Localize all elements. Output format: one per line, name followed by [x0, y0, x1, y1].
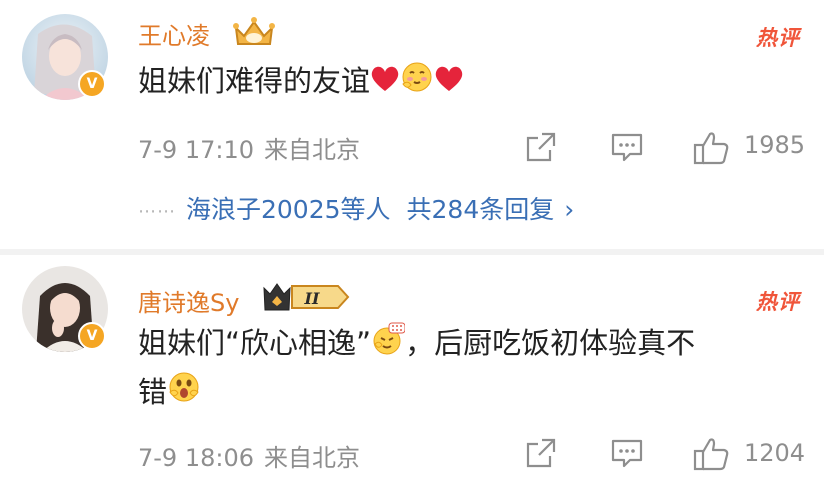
- avatar[interactable]: V: [22, 14, 108, 100]
- replies-link[interactable]: ⋯⋯ 海浪子20025等人 共284条回复 ›: [138, 190, 574, 226]
- comment-text: 姐妹们“欣心相逸” ，后厨吃饭初体验真不错: [138, 320, 788, 417]
- heart-emoji-icon: [370, 60, 400, 106]
- surprised-face-emoji-icon: [167, 370, 201, 417]
- like-button[interactable]: [692, 436, 730, 476]
- chevron-right-icon: ›: [564, 195, 575, 224]
- crown-level-badge-icon[interactable]: II: [262, 280, 352, 318]
- comment-meta: 7-9 17:10 来自北京: [138, 130, 360, 165]
- location: 来自北京: [264, 136, 360, 164]
- comment-icon: [611, 439, 643, 468]
- comment-text: 姐妹们难得的友谊: [138, 58, 788, 107]
- share-button[interactable]: [524, 436, 558, 474]
- comment-meta: 7-9 18:06 来自北京: [138, 438, 360, 473]
- username[interactable]: 王心凌: [138, 16, 210, 51]
- share-icon: [526, 132, 556, 162]
- verified-icon: V: [78, 322, 106, 350]
- reply-button[interactable]: [610, 130, 644, 168]
- timestamp: 7-9 17:10: [138, 136, 254, 164]
- verified-icon: V: [78, 70, 106, 98]
- share-button[interactable]: [524, 130, 558, 168]
- divider: [0, 249, 824, 255]
- timestamp: 7-9 18:06: [138, 444, 254, 472]
- username[interactable]: 唐诗逸Sy: [138, 283, 239, 318]
- heart-emoji-icon: [434, 60, 464, 106]
- share-icon: [526, 438, 556, 468]
- comment-text-part-1: 姐妹们“欣心相逸”: [138, 326, 372, 360]
- like-button[interactable]: [692, 130, 730, 170]
- comment-text-content: 姐妹们难得的友谊: [138, 64, 371, 98]
- 666-face-emoji-icon: [371, 322, 406, 369]
- thumbs-up-icon: [693, 132, 729, 165]
- replies-total: 共284条回复: [406, 195, 555, 224]
- location: 来自北京: [264, 444, 360, 472]
- replies-users: 海浪子20025等人: [186, 195, 391, 224]
- hot-comment-badge: 热评: [756, 290, 800, 314]
- like-count: 1204: [744, 439, 806, 467]
- shy-face-emoji-icon: [400, 60, 434, 107]
- crown-badge-icon[interactable]: [232, 14, 276, 54]
- comment-2: V 唐诗逸Sy II 热评 姐妹们“欣心相逸” ，后厨吃饭初体验真不错 7-9 1…: [0, 256, 824, 479]
- comment-1: V 王心凌 热评 姐妹们难得的友谊 7-9 17:10 来自北京 1985 ⋯⋯…: [0, 0, 824, 248]
- replies-dots: ⋯⋯: [138, 200, 176, 222]
- comment-text-part-2: ，后厨吃饭初体验真不: [405, 326, 696, 360]
- like-count: 1985: [744, 131, 806, 159]
- thumbs-up-icon: [693, 438, 729, 471]
- comment-icon: [611, 133, 643, 162]
- reply-button[interactable]: [610, 436, 644, 474]
- comment-text-part-3: 错: [138, 374, 168, 409]
- hot-comment-badge: 热评: [756, 26, 800, 50]
- avatar[interactable]: V: [22, 266, 108, 352]
- rank-level-label: II: [304, 289, 320, 308]
